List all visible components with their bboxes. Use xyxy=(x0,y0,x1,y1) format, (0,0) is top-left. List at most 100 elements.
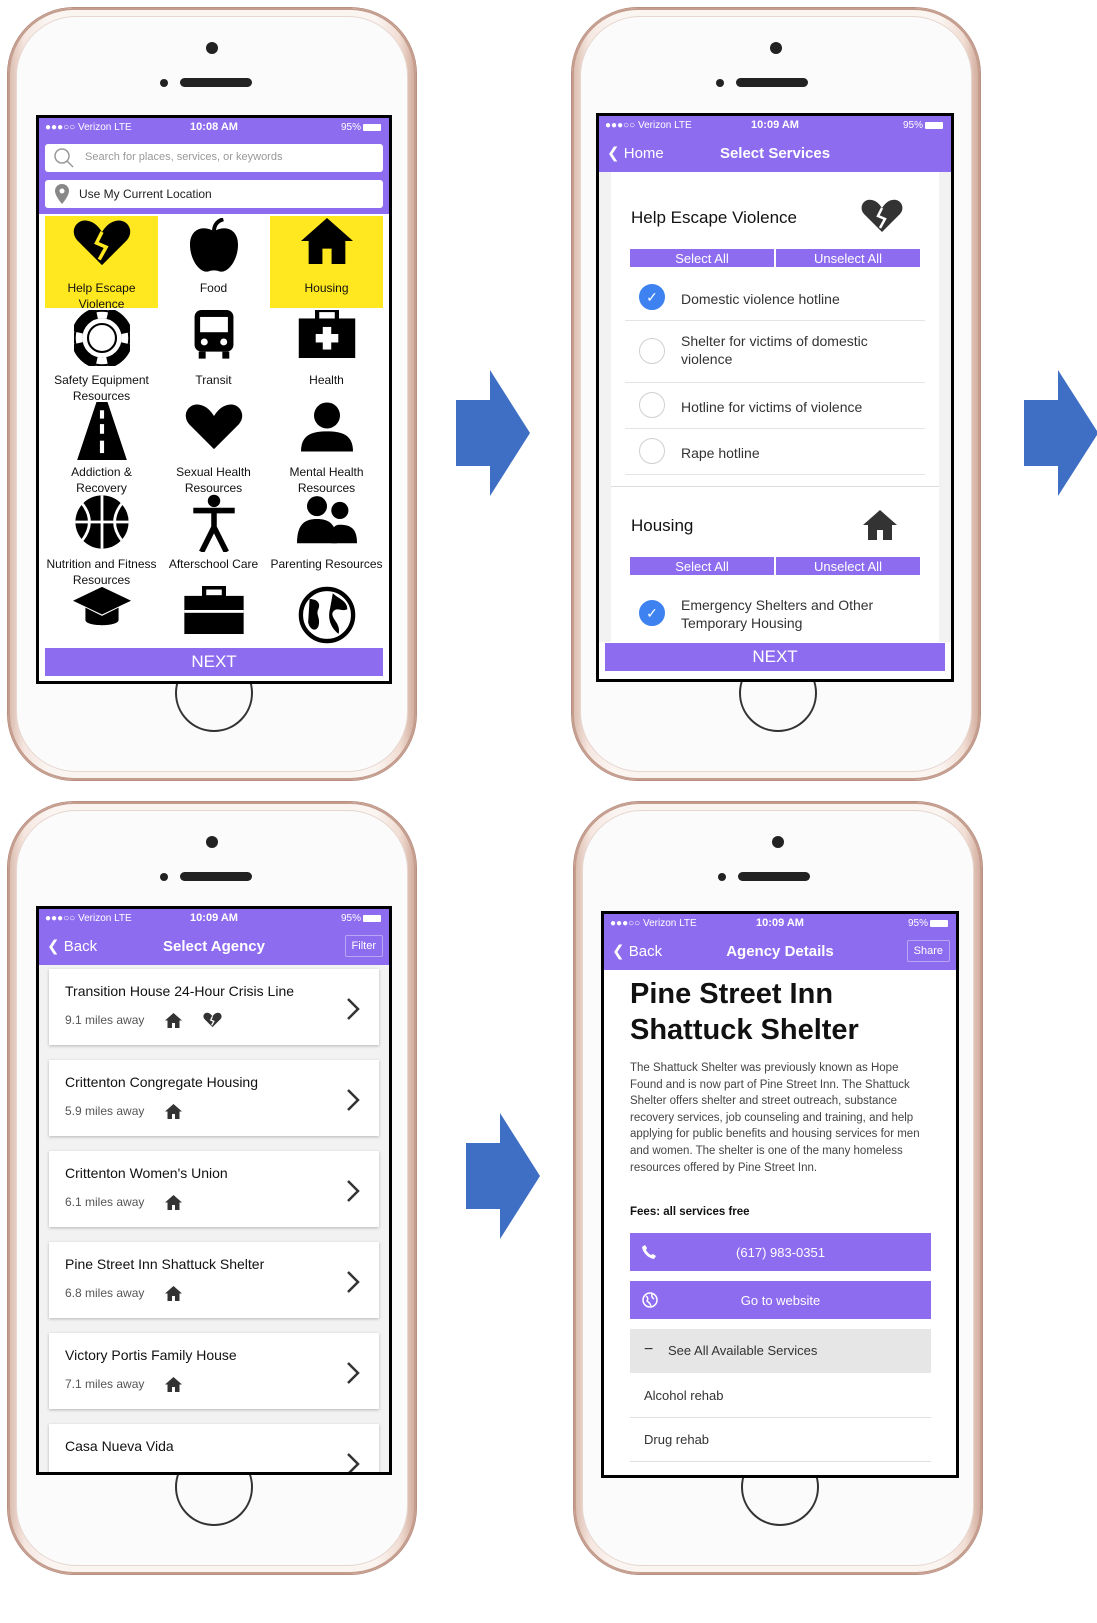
radio-empty-icon[interactable] xyxy=(639,438,665,464)
agency-card[interactable]: Casa Nueva Vida xyxy=(49,1424,379,1472)
radio-empty-icon[interactable] xyxy=(639,338,665,364)
search-input[interactable]: Search for places, services, or keywords xyxy=(45,144,383,172)
agency-name: Pine Street Inn Shattuck Shelter xyxy=(630,976,940,1048)
page-title: Select Agency xyxy=(163,938,265,955)
section-title-violence: Help Escape Violence xyxy=(631,208,798,227)
status-bar: ●●●○○ Verizon LTE 10:09 AM 95% xyxy=(39,909,389,929)
agency-name: Crittenton Women's Union xyxy=(65,1165,228,1181)
unselect-all-button[interactable]: Unselect All xyxy=(775,556,921,576)
service-option[interactable]: ✓ Domestic violence hotline xyxy=(625,274,925,321)
screen-categories: ●●●○○ Verizon LTE 10:08 AM 95% Search fo… xyxy=(36,115,392,684)
fees-text: Fees: all services free xyxy=(630,1206,750,1218)
unselect-all-button[interactable]: Unselect All xyxy=(775,248,921,268)
services-toggle[interactable]: − See All Available Services xyxy=(630,1329,931,1373)
people-icon xyxy=(270,492,383,556)
right-gutter xyxy=(939,172,951,642)
battery-icon xyxy=(930,919,948,927)
service-option[interactable]: ✓ Emergency Shelters and Other Temporary … xyxy=(625,584,925,642)
agency-name: Transition House 24-Hour Crisis Line xyxy=(65,983,295,999)
globe-icon xyxy=(270,584,383,648)
housing-select-row: Select All Unselect All xyxy=(629,556,921,576)
agency-distance: 9.1 miles away xyxy=(65,1013,145,1027)
house-icon xyxy=(270,216,383,280)
lifebuoy-icon xyxy=(45,307,158,372)
bus-icon xyxy=(157,308,270,372)
chevron-right-icon xyxy=(345,1086,361,1119)
battery-text: 95% xyxy=(340,122,361,133)
house-icon xyxy=(165,1104,182,1124)
category-label: Food xyxy=(199,281,228,295)
service-option[interactable]: Shelter for victims of domestic violence xyxy=(625,320,925,383)
nav-bar: ❮ Back Select Agency Filter xyxy=(39,929,389,965)
radio-empty-icon[interactable] xyxy=(639,392,665,418)
category-tile[interactable]: Help Escape Violence xyxy=(45,216,158,311)
call-button[interactable]: (617) 983-0351 xyxy=(630,1233,931,1271)
agency-distance: 6.1 miles away xyxy=(65,1195,145,1209)
agency-card[interactable]: Crittenton Women's Union 6.1 miles away xyxy=(49,1151,379,1227)
service-label: Alcohol rehab xyxy=(644,1388,724,1403)
category-tile[interactable]: Safety Equipment Resources xyxy=(45,307,158,403)
violence-select-row: Select All Unselect All xyxy=(629,248,921,268)
next-button[interactable]: NEXT xyxy=(605,643,945,671)
service-option[interactable]: Hotline for victims of violence xyxy=(625,382,925,429)
house-icon xyxy=(165,1286,182,1306)
category-tile[interactable]: Food xyxy=(157,216,270,308)
current-location-button[interactable]: Use My Current Location xyxy=(45,180,383,208)
battery-icon xyxy=(925,121,943,129)
agency-distance: 6.8 miles away xyxy=(65,1286,145,1300)
category-tile[interactable]: Mental Health Resources xyxy=(270,400,383,495)
category-label: Transit xyxy=(195,373,232,387)
page-title: Agency Details xyxy=(726,943,834,960)
location-label: Use My Current Location xyxy=(79,187,212,201)
screen-agency-details: ●●●○○ Verizon LTE 10:09 AM 95% ❮ Back Ag… xyxy=(601,911,959,1478)
apple-icon xyxy=(157,216,270,280)
category-tile[interactable]: Nutrition and Fitness Resources xyxy=(45,492,158,587)
filter-button[interactable]: Filter xyxy=(344,935,383,957)
service-list-item: Alcohol rehab xyxy=(630,1373,931,1418)
select-all-button[interactable]: Select All xyxy=(629,556,775,576)
category-tile[interactable]: Parenting Resources xyxy=(270,492,383,584)
person-icon xyxy=(270,400,383,464)
chevron-right-icon xyxy=(345,995,361,1028)
time-text: 10:08 AM xyxy=(190,121,238,133)
time-text: 10:09 AM xyxy=(751,119,799,131)
services-toggle-label: See All Available Services xyxy=(668,1343,818,1358)
screen-select-services: ●●●○○ Verizon LTE 10:09 AM 95% ❮ Home Se… xyxy=(596,113,954,682)
category-tile[interactable]: Health xyxy=(270,307,383,400)
service-list-item: Drug rehab xyxy=(630,1417,931,1462)
select-all-button[interactable]: Select All xyxy=(629,248,775,268)
broken-heart-icon xyxy=(45,216,158,280)
chevron-right-icon xyxy=(345,1177,361,1210)
section-title-housing: Housing xyxy=(631,516,694,535)
next-button[interactable]: NEXT xyxy=(45,648,383,676)
agency-description: The Shattuck Shelter was previously know… xyxy=(630,1062,920,1174)
share-button[interactable]: Share xyxy=(906,940,950,962)
agency-name: Casa Nueva Vida xyxy=(65,1438,174,1454)
minus-icon: − xyxy=(644,1341,654,1358)
section-divider xyxy=(611,486,939,487)
agency-card[interactable]: Crittenton Congregate Housing 5.9 miles a… xyxy=(49,1060,379,1136)
checkmark-icon[interactable]: ✓ xyxy=(639,284,665,310)
category-tile[interactable]: Housing xyxy=(270,216,383,308)
agency-card[interactable]: Transition House 24-Hour Crisis Line 9.1 … xyxy=(49,969,379,1045)
agency-card[interactable]: Pine Street Inn Shattuck Shelter 6.8 mile… xyxy=(49,1242,379,1318)
chevron-right-icon xyxy=(345,1268,361,1301)
broken-heart-icon xyxy=(861,199,903,232)
category-tile[interactable]: Addiction & Recovery xyxy=(45,400,158,495)
checkmark-icon[interactable]: ✓ xyxy=(639,600,665,626)
status-bar: ●●●○○ Verizon LTE 10:09 AM 95% xyxy=(599,116,951,136)
agency-name: Pine Street Inn Shattuck Shelter xyxy=(65,1256,265,1272)
service-option-label: Hotline for victims of violence xyxy=(681,399,863,415)
category-tile[interactable]: Sexual Health Resources xyxy=(157,400,270,495)
category-label: Health xyxy=(309,373,344,387)
house-icon xyxy=(165,1377,182,1397)
house-icon xyxy=(165,1195,182,1215)
category-tile[interactable]: Afterschool Care xyxy=(157,492,270,584)
nav-bar: ❮ Back Agency Details Share xyxy=(604,934,956,970)
agency-card[interactable]: Victory Portis Family House 7.1 miles awa… xyxy=(49,1333,379,1409)
category-tile[interactable]: Transit xyxy=(157,308,270,400)
website-button[interactable]: Go to website xyxy=(630,1281,931,1319)
figure-icon xyxy=(157,492,270,556)
agency-name: Victory Portis Family House xyxy=(65,1347,237,1363)
service-option[interactable]: Rape hotline xyxy=(625,428,925,475)
